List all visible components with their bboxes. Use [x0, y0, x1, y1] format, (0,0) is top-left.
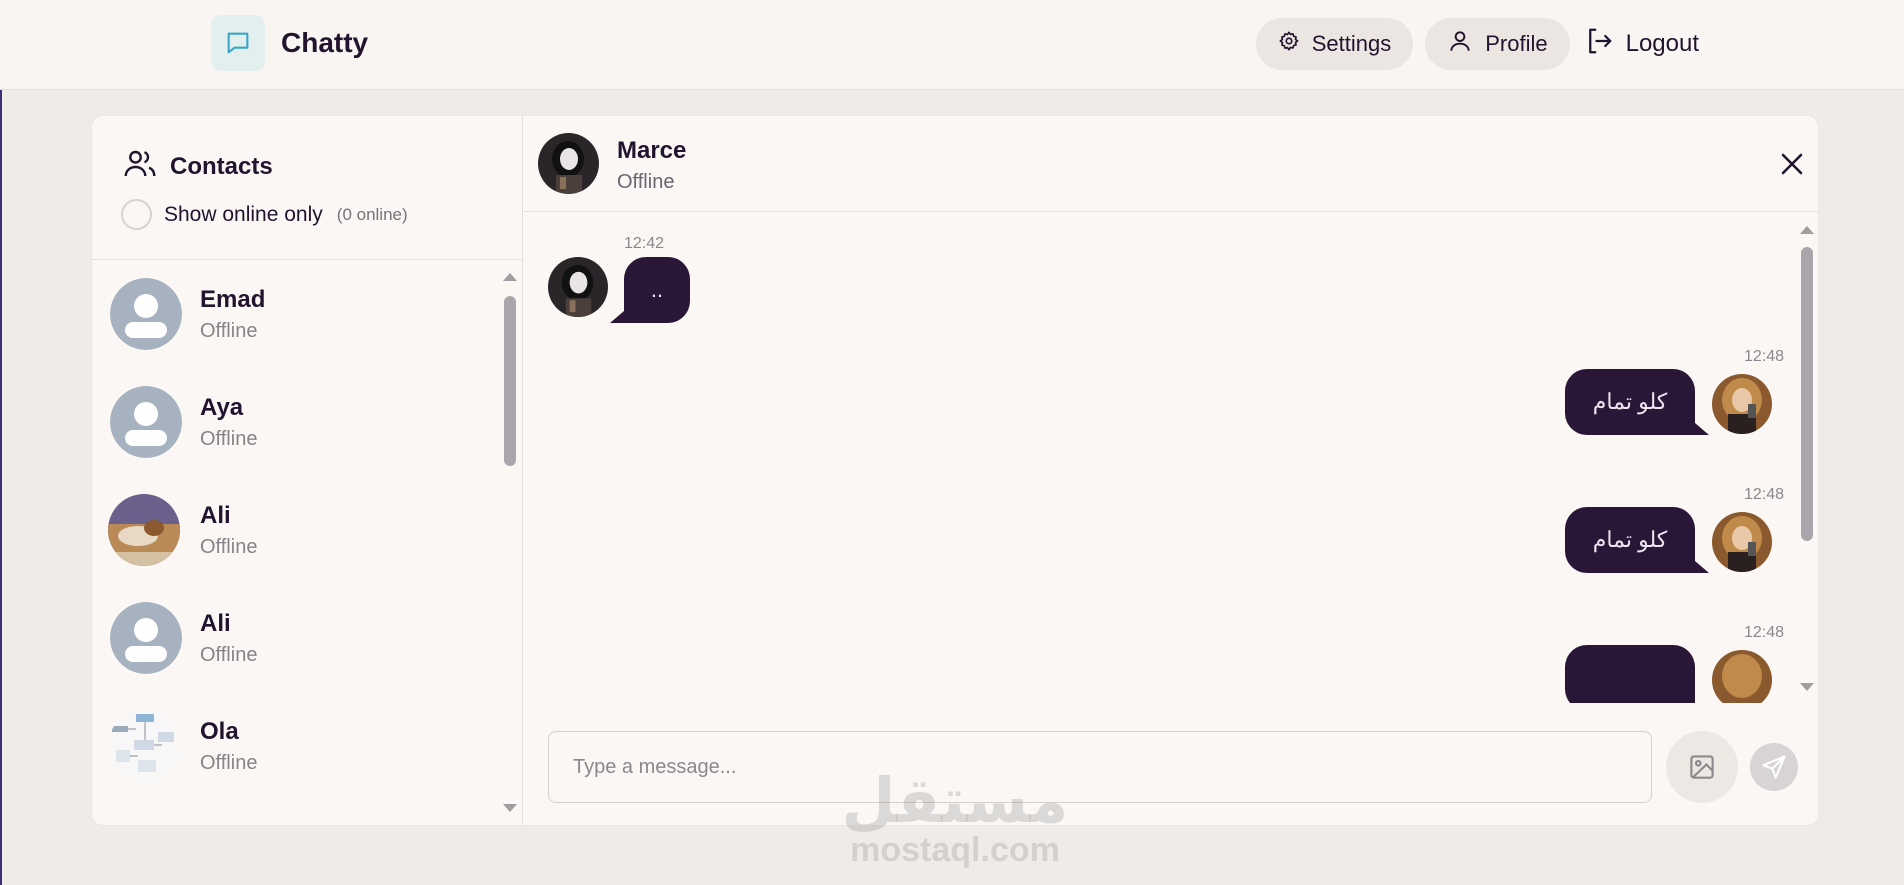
message-time: 12:48	[1744, 624, 1785, 641]
contact-status: Offline	[200, 751, 258, 774]
gear-icon	[1278, 30, 1300, 58]
photo-avatar	[108, 494, 180, 566]
my-avatar	[1712, 650, 1772, 703]
message-bubble: كلو تمام	[1565, 369, 1695, 435]
user-icon	[1447, 28, 1473, 60]
bubble-tail	[1695, 561, 1709, 573]
contact-status: Offline	[200, 535, 258, 558]
online-filter: Show online only (0 online)	[121, 199, 408, 230]
logout-button[interactable]: Logout	[1582, 18, 1699, 70]
close-icon	[1781, 153, 1803, 175]
message-bubble: كلو تمام	[1565, 507, 1695, 573]
contact-item[interactable]: Aya Offline	[92, 368, 507, 476]
sidebar-scrollbar-thumb[interactable]	[504, 296, 516, 466]
message-time: 12:48	[1744, 348, 1785, 365]
chat-contact-name: Marce	[617, 137, 687, 164]
bubble-tail	[1695, 423, 1709, 435]
contact-avatar	[538, 133, 599, 194]
default-avatar	[110, 602, 182, 674]
attach-image-button[interactable]	[1666, 731, 1738, 803]
scroll-up-arrow[interactable]	[503, 273, 517, 281]
contact-item[interactable]: Ola Offline	[92, 692, 507, 800]
contact-item[interactable]: Ali Offline	[92, 584, 507, 692]
message-time: 12:42	[624, 235, 665, 252]
top-navbar: Chatty Settings Profile Logout	[0, 0, 1904, 90]
chat-panel: Marce Offline 12:42 .. 12:48 كلو تمام 12…	[524, 116, 1818, 825]
nav-actions: Settings Profile Logout	[1255, 18, 1699, 70]
chat-scrollbar-thumb[interactable]	[1801, 247, 1813, 541]
diagram-avatar	[108, 710, 180, 782]
sender-avatar	[548, 257, 608, 317]
my-avatar	[1712, 512, 1772, 572]
message-input[interactable]	[548, 731, 1652, 803]
watermark-latin: mostaql.com	[850, 831, 1060, 869]
contact-name: Emad	[200, 285, 266, 313]
contacts-title: Contacts	[170, 152, 273, 180]
contact-info: Ali Offline	[200, 502, 257, 559]
image-icon	[1690, 755, 1714, 779]
my-avatar	[1712, 374, 1772, 434]
chat-bubble-icon	[211, 15, 265, 71]
contacts-sidebar: Contacts Show online only (0 online) Ema…	[92, 116, 523, 825]
contact-name: Ali	[200, 609, 231, 637]
send-icon	[1762, 755, 1786, 779]
settings-label: Settings	[1311, 31, 1392, 56]
contact-info: Emad Offline	[200, 286, 265, 343]
bubble-tail	[610, 311, 624, 323]
contact-status: Offline	[200, 643, 258, 666]
message-bubble: ..	[624, 257, 690, 323]
online-only-label[interactable]: Show online only	[164, 203, 323, 227]
contact-name: Ola	[200, 717, 239, 745]
logout-label: Logout	[1625, 30, 1699, 57]
settings-button[interactable]: Settings	[1255, 18, 1414, 70]
chat-contact-status: Offline	[617, 171, 675, 193]
contact-item[interactable]: Emad Offline	[92, 260, 507, 368]
window-edge	[0, 0, 2, 885]
scroll-up-arrow[interactable]	[1800, 226, 1814, 234]
logout-icon	[1584, 26, 1614, 63]
default-avatar	[110, 386, 182, 458]
contact-name: Ali	[200, 501, 231, 529]
contact-status: Offline	[200, 319, 258, 342]
watermark: مستقل mostaql.com	[835, 764, 1075, 869]
send-button[interactable]	[1750, 743, 1798, 791]
contacts-header: Contacts	[122, 146, 273, 187]
scroll-down-arrow[interactable]	[503, 804, 517, 812]
profile-label: Profile	[1485, 31, 1548, 56]
chat-card: Contacts Show online only (0 online) Ema…	[91, 115, 1819, 826]
online-count: (0 online)	[336, 204, 408, 224]
close-chat-button[interactable]	[1777, 149, 1807, 179]
watermark-arabic: مستقل	[841, 764, 1069, 837]
message-bubble	[1565, 645, 1695, 703]
contact-info: Ola Offline	[200, 718, 257, 775]
brand[interactable]: Chatty	[211, 15, 368, 71]
contact-status: Offline	[200, 427, 258, 450]
contact-info: Ali Offline	[200, 610, 257, 667]
chat-header: Marce Offline	[524, 116, 1818, 212]
contact-info: Aya Offline	[200, 394, 257, 451]
app-name: Chatty	[281, 27, 369, 58]
scroll-down-arrow[interactable]	[1800, 683, 1814, 691]
contact-item[interactable]: Ali Offline	[92, 476, 507, 584]
message-list: 12:42 .. 12:48 كلو تمام 12:48 كلو تمام 1…	[524, 213, 1818, 703]
contact-list: Emad Offline Aya Offline Ali Offline Ali…	[92, 260, 507, 825]
online-only-checkbox[interactable]	[121, 199, 152, 230]
users-icon	[122, 146, 158, 187]
message-time: 12:48	[1744, 486, 1785, 503]
profile-button[interactable]: Profile	[1425, 18, 1570, 70]
default-avatar	[110, 278, 182, 350]
contact-name: Aya	[200, 393, 244, 421]
